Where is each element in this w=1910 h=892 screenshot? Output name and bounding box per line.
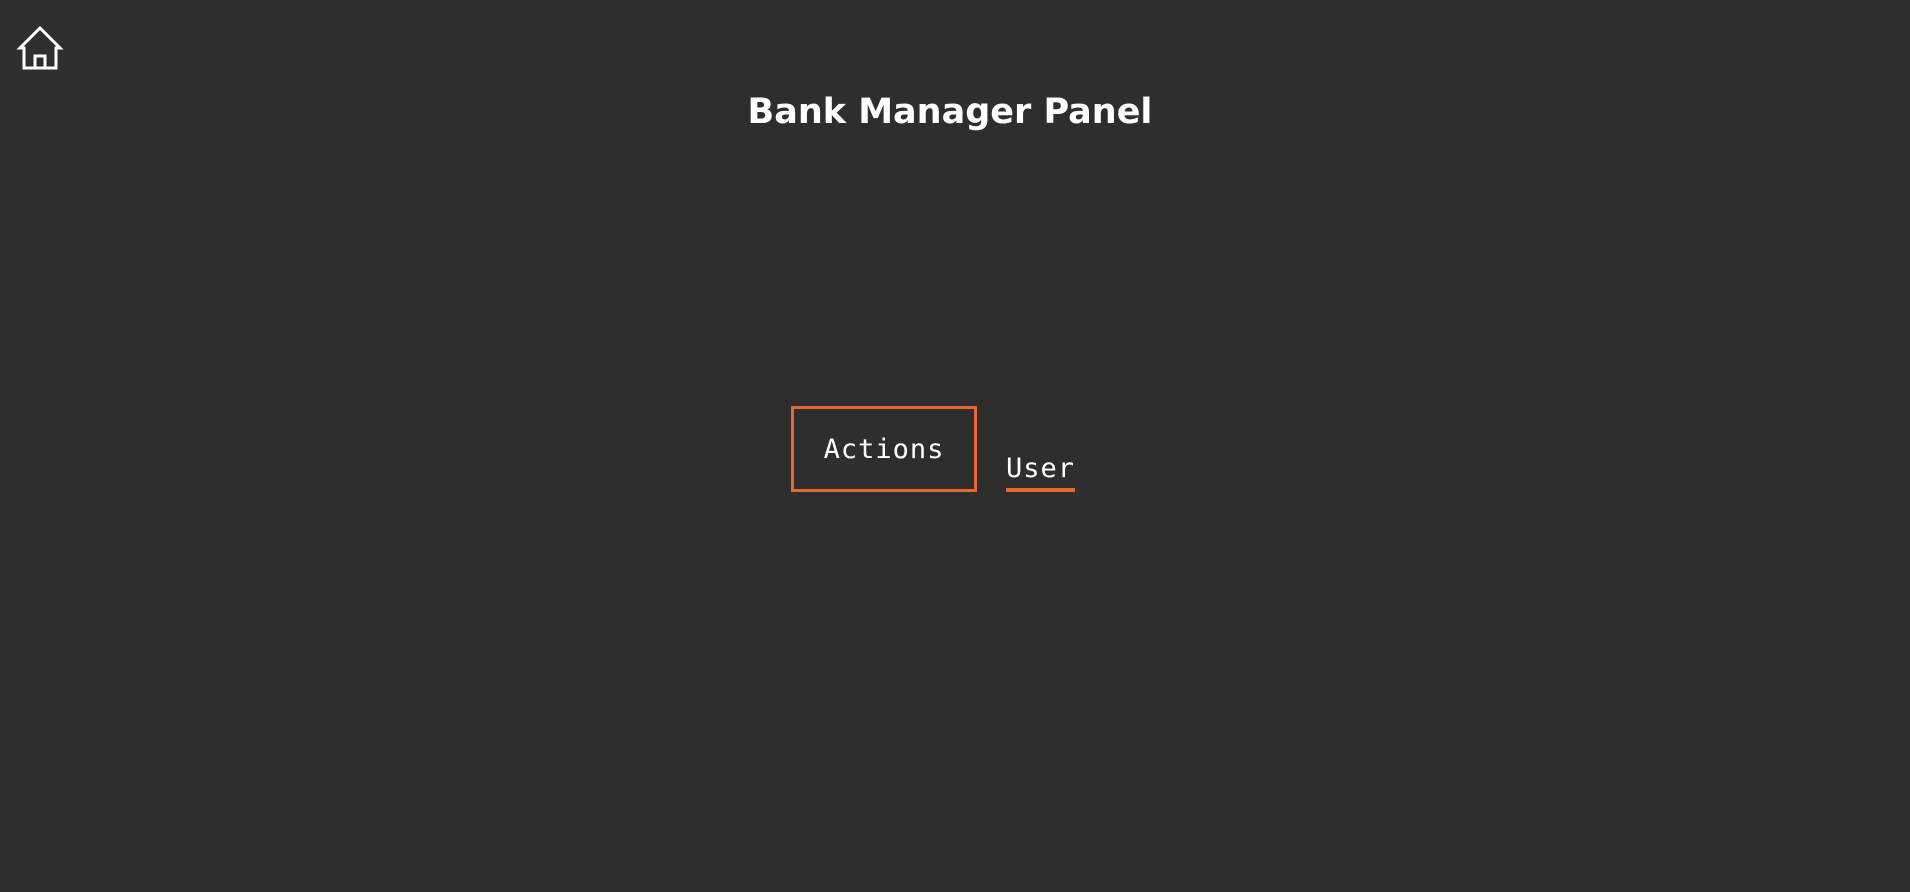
tab-user[interactable]: User (1006, 450, 1076, 492)
tab-actions[interactable]: Actions (791, 406, 977, 492)
home-icon (16, 25, 64, 70)
page-title: Bank Manager Panel (747, 92, 1153, 132)
home-link[interactable] (16, 24, 64, 72)
